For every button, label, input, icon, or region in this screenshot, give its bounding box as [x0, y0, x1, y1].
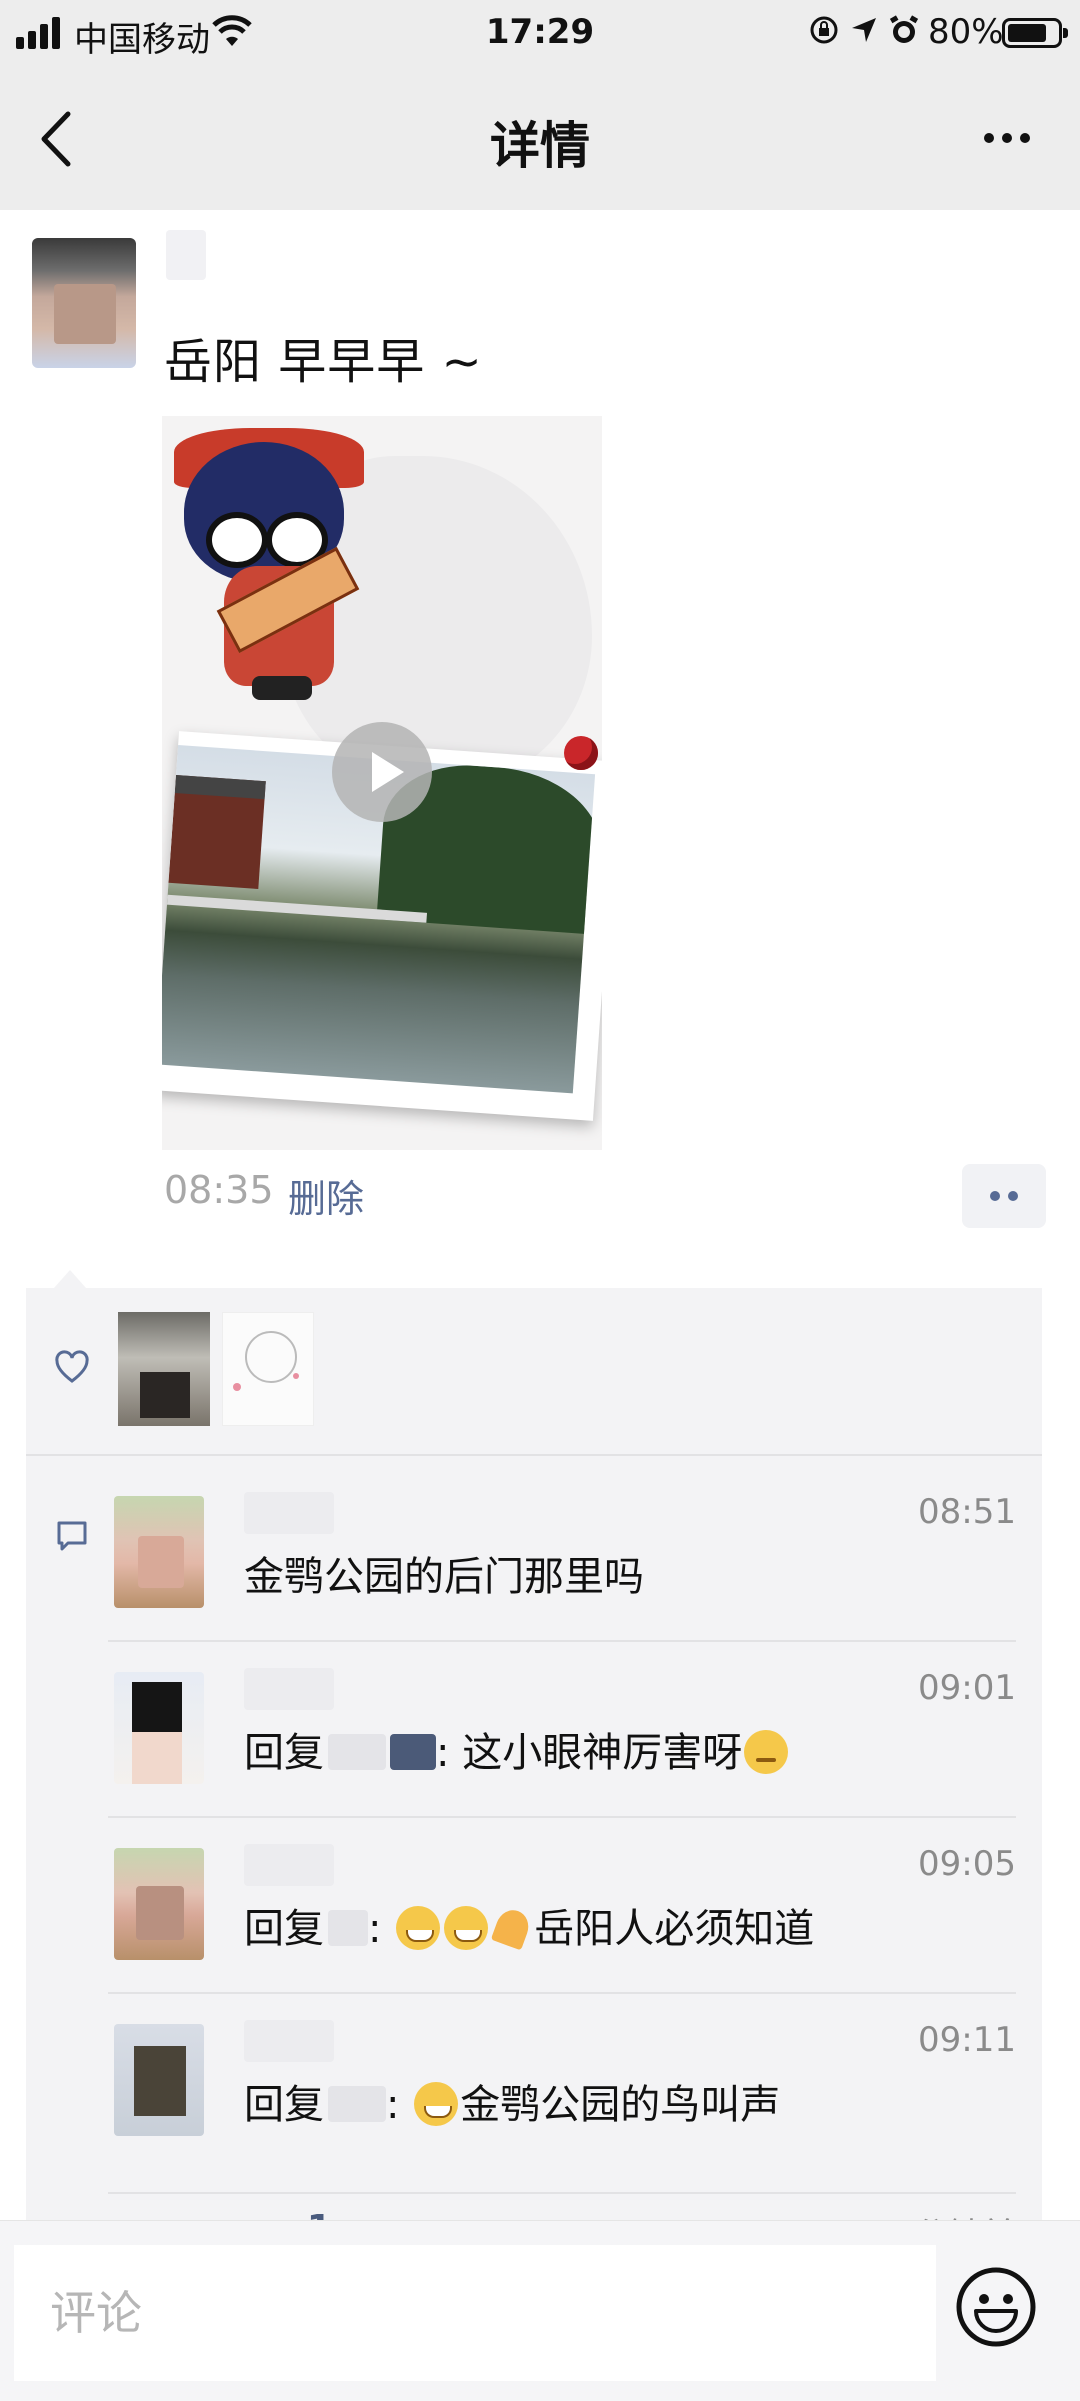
post-author-name[interactable]: [166, 230, 206, 280]
nav-bar: 详情: [0, 66, 1080, 210]
rotation-lock-icon: [810, 16, 838, 44]
post-author-avatar[interactable]: [32, 238, 136, 368]
comment-input[interactable]: [14, 2245, 936, 2381]
status-bar: 中国移动 17:29 80%: [0, 0, 1080, 66]
commenter-name[interactable]: [244, 2020, 334, 2062]
comment-item[interactable]: 09:01 回复: 这小眼神厉害呀: [108, 1640, 1042, 1816]
play-icon[interactable]: [332, 722, 432, 822]
like-comment-action-button[interactable]: [962, 1164, 1046, 1228]
post-time: 08:35: [164, 1168, 274, 1212]
delete-link[interactable]: 删除: [288, 1168, 364, 1223]
heart-icon: [55, 1350, 89, 1383]
smiley-icon: [956, 2267, 1036, 2347]
comment-text: 回复: 这小眼神厉害呀: [244, 1720, 790, 1778]
pray-emoji-icon: [492, 1906, 532, 1950]
grin-emoji-icon: [444, 1906, 489, 1950]
post-video-thumbnail[interactable]: [162, 416, 602, 1150]
comment-text: 金鹗公园的后门那里吗: [244, 1554, 644, 1600]
comment-time: 09:11: [918, 2020, 1016, 2060]
grin-emoji-icon: [396, 1906, 441, 1950]
grin-emoji-icon: [414, 2082, 459, 2126]
comment-bubble-icon: [57, 1521, 87, 1551]
comment-time: 09:05: [918, 1844, 1016, 1884]
commenter-avatar[interactable]: [114, 1672, 204, 1784]
comment-time: 08:51: [918, 1492, 1016, 1532]
battery-icon: [1002, 18, 1068, 48]
comment-input-bar: [0, 2220, 1080, 2401]
comment-time: 09:01: [918, 1668, 1016, 1708]
liker-avatar[interactable]: [222, 1312, 314, 1426]
commenter-name[interactable]: [244, 1668, 334, 1710]
more-dots-icon: [984, 133, 994, 143]
comment-item[interactable]: 09:05 回复: 岳阳人必须知道: [108, 1816, 1042, 1992]
commenter-avatar[interactable]: [114, 2024, 204, 2136]
commenter-name[interactable]: [244, 1844, 334, 1886]
page-title: 详情: [490, 117, 590, 175]
commenter-avatar[interactable]: [114, 1848, 204, 1960]
likes-row: [26, 1288, 1042, 1456]
interaction-panel: 08:51 金鹗公园的后门那里吗 09:01 回复: 这小眼神厉害呀 09:05…: [26, 1288, 1042, 2288]
liker-avatar[interactable]: [118, 1312, 210, 1426]
comment-item[interactable]: 09:11 回复: 金鹗公园的鸟叫声: [108, 1992, 1042, 2168]
panel-arrow: [54, 1270, 86, 1288]
thinking-emoji-icon: [744, 1730, 789, 1774]
commenter-name[interactable]: [244, 1492, 334, 1534]
comment-text: 回复: 金鹗公园的鸟叫声: [244, 2082, 781, 2128]
commenter-avatar[interactable]: [114, 1496, 204, 1608]
pushpin-icon: [564, 736, 598, 770]
emoji-button[interactable]: [954, 2265, 1038, 2349]
comment-item[interactable]: 08:51 金鹗公园的后门那里吗: [108, 1464, 1042, 1640]
alarm-icon: [889, 15, 919, 43]
more-button[interactable]: [972, 118, 1042, 158]
location-icon: [852, 18, 876, 42]
battery-percent: 80%: [928, 12, 1004, 52]
post-text: 岳阳 早早早 ~: [164, 334, 483, 390]
comment-text: 回复: 岳阳人必须知道: [244, 1906, 815, 1952]
